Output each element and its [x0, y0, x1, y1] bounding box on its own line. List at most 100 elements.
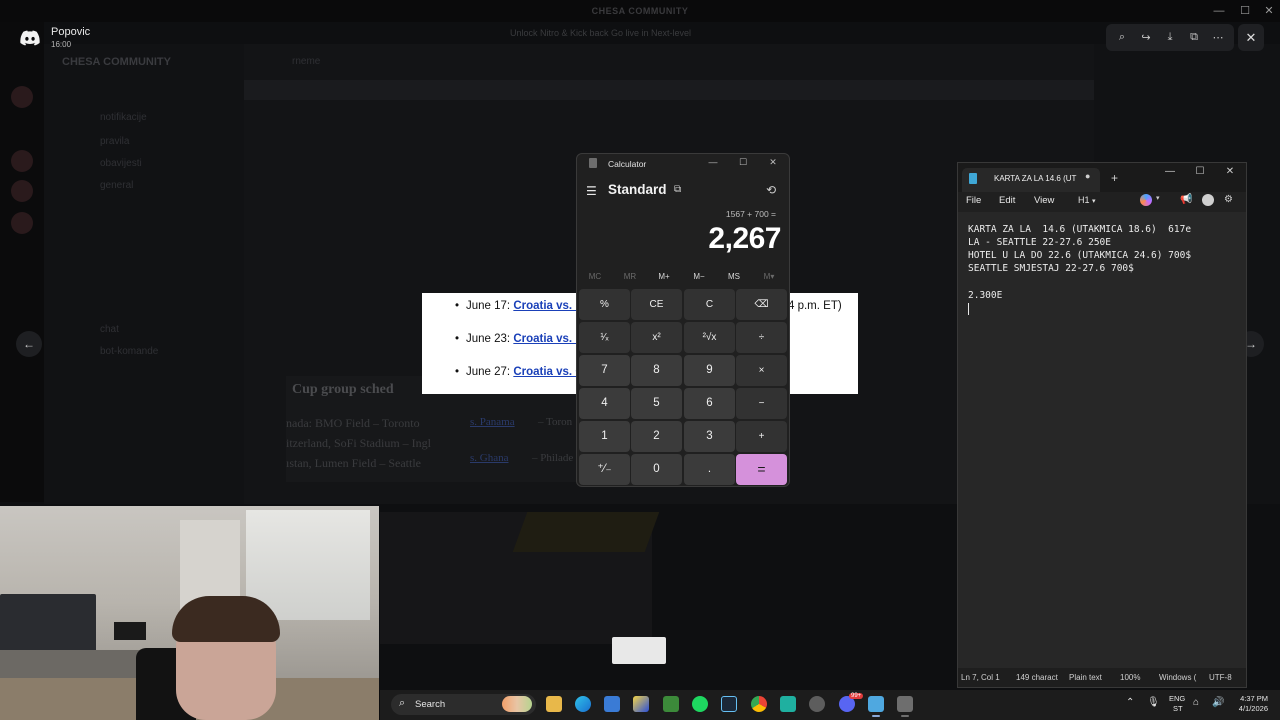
- clear-entry-button[interactable]: CE: [631, 289, 682, 320]
- memory-clear-button[interactable]: MC: [578, 272, 612, 281]
- digit-3-button[interactable]: 3: [684, 421, 735, 452]
- notepad-editor[interactable]: [958, 212, 1246, 668]
- maximize-icon[interactable]: ☐: [736, 157, 750, 168]
- copilot-app-icon[interactable]: [780, 696, 796, 712]
- heading-dropdown[interactable]: H1 ▾: [1078, 195, 1096, 205]
- square-root-button[interactable]: ²√x: [684, 322, 735, 353]
- server-icon[interactable]: [11, 212, 33, 234]
- text-format[interactable]: Plain text: [1069, 673, 1102, 682]
- channel-item[interactable]: obavijesti: [100, 158, 142, 169]
- minimize-icon[interactable]: —: [1163, 166, 1177, 177]
- add-button[interactable]: +: [736, 421, 787, 452]
- file-explorer-icon[interactable]: [546, 696, 562, 712]
- menu-edit[interactable]: Edit: [999, 195, 1015, 206]
- digit-9-button[interactable]: 9: [684, 355, 735, 386]
- lens-icon[interactable]: [633, 696, 649, 712]
- calculator-title: Calculator: [608, 159, 647, 169]
- keyboard-layout[interactable]: ST: [1173, 704, 1183, 713]
- channel-item[interactable]: notifikacije: [100, 112, 147, 123]
- divide-button[interactable]: ÷: [736, 322, 787, 353]
- more-icon[interactable]: ⋯: [1209, 31, 1227, 44]
- minimize-icon[interactable]: —: [706, 157, 720, 167]
- menu-view[interactable]: View: [1034, 195, 1054, 206]
- steam-icon[interactable]: [721, 696, 737, 712]
- server-icon[interactable]: [11, 180, 33, 202]
- menu-file[interactable]: File: [966, 195, 981, 206]
- server-name[interactable]: CHESA COMMUNITY: [62, 56, 171, 68]
- store-icon[interactable]: [604, 696, 620, 712]
- text-line: LA - SEATTLE 22-27.6 250E: [968, 237, 1111, 248]
- square-button[interactable]: x²: [631, 322, 682, 353]
- keep-on-top-icon[interactable]: ⧉: [674, 184, 681, 195]
- notepad-icon[interactable]: [868, 696, 884, 712]
- decimal-button[interactable]: .: [684, 454, 735, 485]
- open-external-icon[interactable]: ⧉: [1185, 31, 1203, 44]
- digit-7-button[interactable]: 7: [579, 355, 630, 386]
- server-icon[interactable]: [11, 86, 33, 108]
- minecraft-icon[interactable]: [663, 696, 679, 712]
- copilot-icon[interactable]: [1140, 194, 1152, 206]
- digit-4-button[interactable]: 4: [579, 388, 630, 419]
- viewer-close-button[interactable]: ✕: [1238, 24, 1264, 51]
- channel-item[interactable]: chat: [100, 324, 119, 335]
- memory-add-button[interactable]: M+: [647, 272, 681, 281]
- subtract-button[interactable]: −: [736, 388, 787, 419]
- memory-recall-button[interactable]: MR: [613, 272, 647, 281]
- close-icon[interactable]: ✕: [766, 157, 780, 168]
- digit-5-button[interactable]: 5: [631, 388, 682, 419]
- new-tab-button[interactable]: +: [1111, 171, 1118, 185]
- negate-button[interactable]: ⁺⁄₋: [579, 454, 630, 485]
- chrome-icon[interactable]: [751, 696, 767, 712]
- forward-icon[interactable]: ↪: [1137, 31, 1155, 44]
- line-ending[interactable]: Windows (: [1159, 673, 1196, 682]
- unsaved-indicator[interactable]: ●: [1085, 171, 1090, 181]
- close-icon[interactable]: ✕: [1256, 0, 1280, 22]
- minimize-icon[interactable]: —: [1206, 0, 1232, 22]
- announcement-icon[interactable]: 📢: [1180, 194, 1192, 205]
- channel-item[interactable]: general: [100, 180, 133, 191]
- memory-store-button[interactable]: MS: [717, 272, 751, 281]
- server-icon[interactable]: [11, 150, 33, 172]
- digit-1-button[interactable]: 1: [579, 421, 630, 452]
- maximize-icon[interactable]: ☐: [1232, 0, 1258, 22]
- digit-0-button[interactable]: 0: [631, 454, 682, 485]
- search-highlight-art: [502, 696, 532, 712]
- previous-image-button[interactable]: ←: [16, 331, 42, 357]
- maximize-icon[interactable]: ☐: [1193, 166, 1207, 177]
- network-icon[interactable]: ⌂: [1193, 697, 1199, 708]
- microphone-icon[interactable]: 🎙: [1147, 697, 1160, 708]
- edge-icon[interactable]: [575, 696, 591, 712]
- memory-list-button[interactable]: M▾: [752, 272, 786, 281]
- chevron-down-icon[interactable]: ▾: [1156, 194, 1160, 202]
- equals-button[interactable]: =: [736, 454, 787, 485]
- hamburger-menu-icon[interactable]: ☰: [586, 184, 597, 198]
- encoding[interactable]: UTF-8: [1209, 673, 1232, 682]
- channel-item[interactable]: bot-komande: [100, 346, 158, 357]
- memory-subtract-button[interactable]: M−: [682, 272, 716, 281]
- settings-icon[interactable]: [809, 696, 825, 712]
- channel-item[interactable]: pravila: [100, 136, 129, 147]
- multiply-button[interactable]: ×: [736, 355, 787, 386]
- history-icon[interactable]: ⟲: [766, 183, 776, 197]
- zoom-icon[interactable]: ⌕: [1113, 31, 1131, 44]
- clear-button[interactable]: C: [684, 289, 735, 320]
- settings-gear-icon[interactable]: ⚙: [1224, 194, 1233, 205]
- digit-6-button[interactable]: 6: [684, 388, 735, 419]
- clock-time[interactable]: 4:37 PM: [1232, 694, 1268, 703]
- clock-date[interactable]: 4/1/2026: [1232, 704, 1268, 713]
- digit-8-button[interactable]: 8: [631, 355, 682, 386]
- calculator-icon[interactable]: [897, 696, 913, 712]
- image-thumbnail[interactable]: [612, 637, 666, 664]
- reciprocal-button[interactable]: ¹⁄ₓ: [579, 322, 630, 353]
- backspace-button[interactable]: ⌫: [736, 289, 787, 320]
- chevron-up-icon[interactable]: ⌃: [1126, 697, 1134, 708]
- volume-icon[interactable]: 🔊: [1212, 697, 1224, 708]
- zoom-level[interactable]: 100%: [1120, 673, 1140, 682]
- close-icon[interactable]: ✕: [1223, 166, 1237, 177]
- account-avatar[interactable]: [1202, 194, 1214, 206]
- language-indicator[interactable]: ENG: [1169, 694, 1185, 703]
- spotify-icon[interactable]: [692, 696, 708, 712]
- download-icon[interactable]: ⤓: [1161, 31, 1179, 44]
- percent-button[interactable]: %: [579, 289, 630, 320]
- digit-2-button[interactable]: 2: [631, 421, 682, 452]
